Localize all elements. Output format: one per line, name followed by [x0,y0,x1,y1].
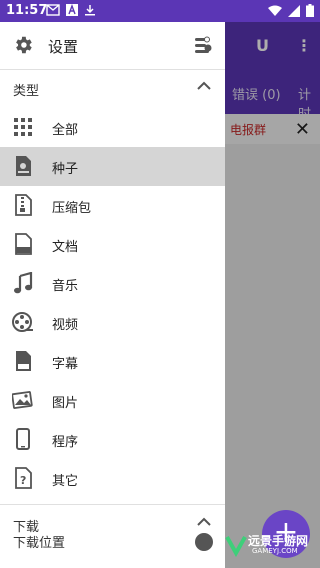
wifi-icon [268,5,282,16]
film-reel-icon [12,312,33,332]
menu-item-label: 其它 [52,474,79,489]
mail-icon [46,4,60,16]
torrent-file-icon [16,156,31,176]
menu-item-label: 程序 [52,435,79,450]
menu-item-label: 种子 [52,162,79,177]
menu-item-label: 音乐 [52,279,79,294]
download-icon [85,5,95,16]
category-section-label: 类型 [13,84,40,99]
photos-icon [12,391,33,409]
watermark-sub: GAMEYJ.COM [252,547,298,555]
download-location-label[interactable]: 下载位置 [13,532,65,551]
menu-item-subtitle[interactable]: 字幕 [0,342,225,381]
menu-item-music[interactable]: 音乐 [0,264,225,303]
status-time: 11:57 [6,3,48,18]
archive-file-icon [15,194,32,216]
menu-item-video[interactable]: 视频 [0,303,225,342]
menu-item-label: 全部 [52,123,79,138]
menu-item-other[interactable]: ? 其它 [0,459,225,498]
music-note-icon [14,272,33,294]
signal-icon [288,4,300,17]
filter-toggle-icon[interactable] [193,35,213,55]
status-bar: 11:57 [0,0,320,22]
menu-item-label: 压缩包 [52,201,92,216]
menu-item-label: 视频 [52,318,79,333]
grid-icon [14,118,32,136]
unknown-file-icon: ? [15,467,32,489]
document-file-icon [15,233,32,255]
menu-item-all[interactable]: 全部 [0,108,225,147]
watermark-logo-icon [225,536,247,557]
subtitle-file-icon [16,351,31,371]
gear-icon[interactable] [12,34,34,56]
menu-item-archive[interactable]: 压缩包 [0,186,225,225]
menu-item-program[interactable]: 程序 [0,420,225,459]
drawer-title: 设置 [48,38,79,56]
menu-item-label: 文档 [52,240,79,255]
navigation-drawer: 设置 类型 全部 种子 压缩包 文档 音乐 视频 字幕 图片 程序 ? 其它 下… [0,22,225,568]
chevron-up-icon[interactable] [197,81,211,91]
menu-item-image[interactable]: 图片 [0,381,225,420]
battery-icon [306,4,314,17]
phone-app-icon [16,428,30,450]
drawer-header: 设置 [0,22,225,70]
menu-item-label: 字幕 [52,357,79,372]
info-icon[interactable] [194,532,214,552]
watermark: 远景手游网 GAMEYJ.COM [222,530,320,560]
chevron-up-icon[interactable] [197,517,211,527]
category-section-header[interactable]: 类型 [0,70,225,106]
menu-item-torrent[interactable]: 种子 [0,147,225,186]
section-divider [0,504,225,505]
menu-item-document[interactable]: 文档 [0,225,225,264]
a-badge-icon [66,4,78,16]
svg-text:?: ? [20,474,26,487]
menu-item-label: 图片 [52,396,79,411]
